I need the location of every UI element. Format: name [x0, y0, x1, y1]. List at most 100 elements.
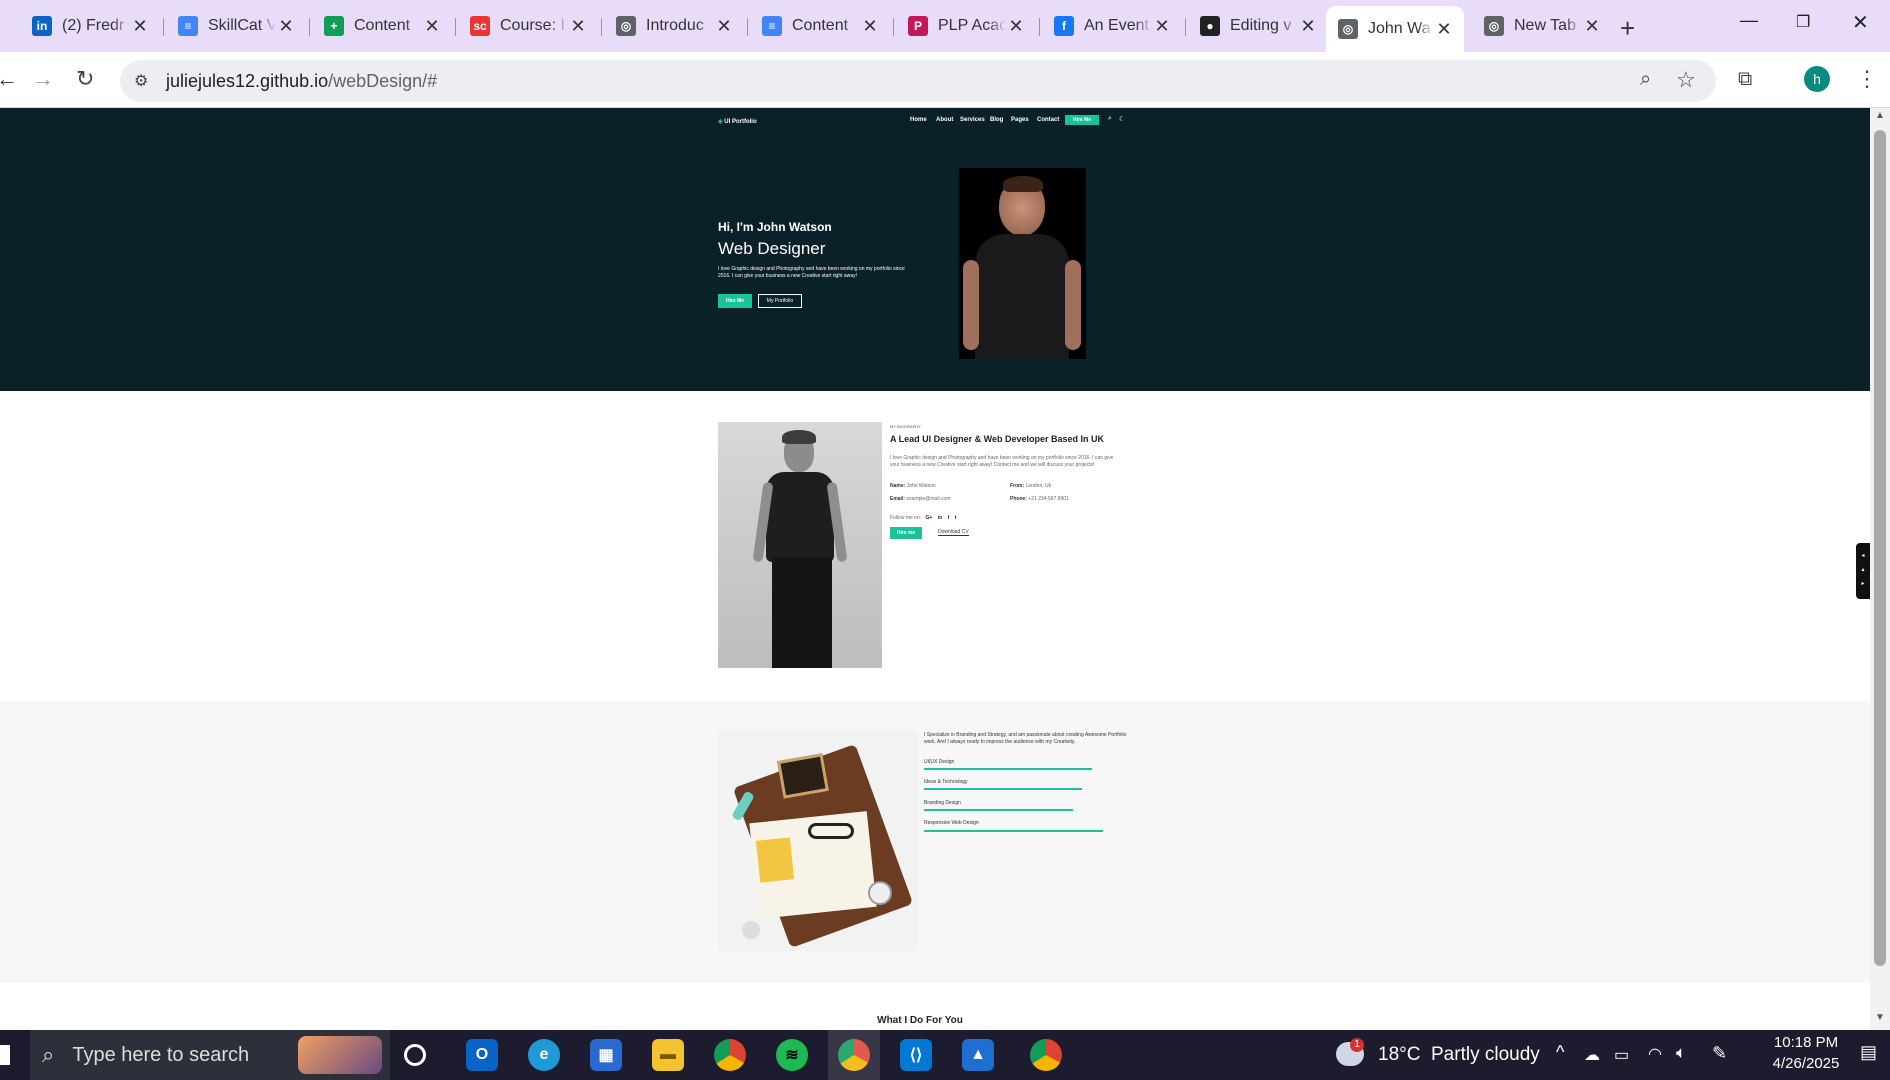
tab-separator — [747, 18, 748, 36]
tray-chevron-icon[interactable]: ^ — [1556, 1042, 1564, 1063]
bookmark-star-icon[interactable]: ☆ — [1676, 67, 1696, 93]
close-window-icon[interactable]: ✕ — [1852, 10, 1869, 35]
active-app-indicator — [828, 1030, 880, 1080]
tab-separator — [1185, 18, 1186, 36]
spotify-icon[interactable]: ≋ — [776, 1039, 808, 1071]
browser-tab[interactable]: in (2) Fredr ✕ — [20, 8, 160, 44]
reload-icon[interactable]: ↻ — [76, 66, 94, 92]
browser-tab[interactable]: sc Course: I ✕ — [458, 8, 598, 44]
tab-close-icon[interactable]: ✕ — [1152, 16, 1172, 37]
nav-services[interactable]: Services — [960, 117, 985, 123]
tab-close-icon[interactable]: ✕ — [860, 16, 880, 37]
zoom-icon[interactable]: ⌕ — [1640, 68, 1651, 91]
battery-icon[interactable]: ▭ — [1614, 1045, 1629, 1065]
page-viewport: ◈ UI Portfolio Home About Services Blog … — [0, 108, 1870, 1030]
photos-icon[interactable]: ▲ — [962, 1039, 994, 1071]
tab-close-icon[interactable]: ✕ — [568, 16, 588, 37]
search-icon[interactable]: ⌕ — [1108, 115, 1112, 123]
edge-icon[interactable]: e — [528, 1039, 560, 1071]
name-value: John Watson — [906, 483, 936, 489]
cortana-icon[interactable] — [404, 1044, 426, 1066]
browser-menu-icon[interactable]: ⋮ — [1856, 66, 1878, 92]
browser-tab[interactable]: P PLP Acac ✕ — [896, 8, 1036, 44]
chrome-alt-icon[interactable] — [1030, 1039, 1062, 1071]
tab-close-icon[interactable]: ✕ — [1582, 16, 1602, 37]
new-tab-button[interactable]: + — [1620, 10, 1635, 46]
plp-icon: P — [908, 16, 928, 36]
volume-icon[interactable]: 🔈︎ — [1676, 1043, 1686, 1063]
tab-close-icon[interactable]: ✕ — [1298, 16, 1318, 37]
url-path: /webDesign/# — [328, 71, 438, 91]
scroll-up-icon[interactable]: ▲ — [1875, 110, 1885, 121]
nav-contact[interactable]: Contact — [1037, 117, 1059, 123]
nav-about[interactable]: About — [936, 117, 953, 123]
weather-text[interactable]: 18°C Partly cloudy — [1378, 1044, 1540, 1066]
minimize-icon[interactable]: — — [1740, 10, 1758, 31]
back-icon[interactable]: ← — [0, 66, 18, 92]
chrome-icon[interactable] — [714, 1039, 746, 1071]
github-icon: ● — [1200, 16, 1220, 36]
nav-hire-me-button[interactable]: Hire Me — [1065, 115, 1099, 125]
pen-icon[interactable]: ✎ — [1712, 1043, 1727, 1064]
taskbar-search-box[interactable]: ⌕ Type here to search — [30, 1030, 390, 1080]
address-bar[interactable]: ⚙ juliejules12.github.io/webDesign/# ⌕ ☆ — [120, 60, 1716, 102]
browser-tab[interactable]: ≡ Content ✕ — [750, 8, 890, 44]
page-scrollbar[interactable]: ▲ ▼ — [1870, 108, 1890, 1030]
hero-portfolio-button[interactable]: My Portfolio — [758, 294, 802, 308]
browser-tab[interactable]: f An Event ✕ — [1042, 8, 1182, 44]
follow-row: Follow me on: G+ in f t — [890, 515, 956, 521]
tab-title: Content — [354, 17, 411, 34]
tab-separator — [309, 18, 310, 36]
brand-name: UI Portfolio — [724, 119, 757, 125]
tab-close-icon[interactable]: ✕ — [1006, 16, 1026, 37]
profile-avatar[interactable]: h — [1804, 66, 1830, 92]
tab-close-icon[interactable]: ✕ — [714, 16, 734, 37]
browser-tab[interactable]: ◎ Introduc ✕ — [604, 8, 744, 44]
browser-tab[interactable]: ◎ John Wa ✕ — [1326, 6, 1464, 52]
site-brand[interactable]: ◈ UI Portfolio — [718, 118, 757, 125]
start-button[interactable] — [0, 1045, 10, 1065]
hero-hire-me-button[interactable]: Hire Me — [718, 294, 752, 308]
notification-icon[interactable]: ▤ — [1860, 1042, 1877, 1063]
about-hire-me-button[interactable]: Hire me — [890, 527, 922, 539]
scrollbar-thumb[interactable] — [1874, 130, 1886, 966]
outlook-icon[interactable]: O — [466, 1039, 498, 1071]
browser-tab[interactable]: ● Editing v ✕ — [1188, 8, 1328, 44]
download-cv-link[interactable]: Download CV — [938, 529, 969, 536]
browser-tab[interactable]: ≡ SkillCat V ✕ — [166, 8, 306, 44]
follow-label: Follow me on: — [890, 515, 922, 521]
tab-close-icon[interactable]: ✕ — [130, 16, 150, 37]
linkedin-icon[interactable]: in — [938, 515, 942, 521]
dark-mode-icon[interactable]: ☾ — [1119, 115, 1125, 123]
forward-icon[interactable]: → — [32, 66, 54, 92]
site-info-icon[interactable]: ⚙ — [134, 71, 148, 91]
wifi-icon[interactable]: ◠ — [1648, 1044, 1662, 1064]
restore-icon[interactable]: ❐ — [1796, 12, 1810, 32]
tab-separator — [1039, 18, 1040, 36]
google-plus-icon[interactable]: G+ — [926, 515, 933, 521]
twitter-icon[interactable]: t — [955, 515, 957, 521]
skills-intro: I Specialize in Branding and Strategy, a… — [924, 732, 1127, 745]
browser-tab[interactable]: ◎ New Tab ✕ — [1472, 8, 1612, 44]
tab-separator — [601, 18, 602, 36]
tab-close-icon[interactable]: ✕ — [422, 16, 442, 37]
file-explorer-icon[interactable]: ▬ — [652, 1039, 684, 1071]
facebook-icon[interactable]: f — [948, 515, 950, 521]
nav-home[interactable]: Home — [910, 117, 927, 123]
hero-description: I love Graphic design and Photography an… — [718, 266, 905, 279]
clock-date[interactable]: 4/26/2025 — [1764, 1055, 1848, 1072]
onedrive-icon[interactable]: ☁ — [1584, 1045, 1600, 1065]
store-icon[interactable]: ▦ — [590, 1039, 622, 1071]
search-highlight-image — [298, 1036, 382, 1074]
floating-side-widget[interactable]: ◂ ▴ ▸ — [1856, 543, 1870, 599]
vscode-icon[interactable]: ⟨⟩ — [900, 1039, 932, 1071]
nav-blog[interactable]: Blog — [990, 117, 1003, 123]
extensions-icon[interactable]: ⧉ — [1738, 68, 1752, 91]
clock-time[interactable]: 10:18 PM — [1764, 1034, 1848, 1051]
browser-tab[interactable]: + Content ✕ — [312, 8, 452, 44]
scroll-down-icon[interactable]: ▼ — [1875, 1012, 1885, 1023]
nav-pages[interactable]: Pages — [1011, 117, 1029, 123]
tab-close-icon[interactable]: ✕ — [1434, 19, 1454, 40]
tab-close-icon[interactable]: ✕ — [276, 16, 296, 37]
globe-icon: ◎ — [1338, 19, 1358, 39]
